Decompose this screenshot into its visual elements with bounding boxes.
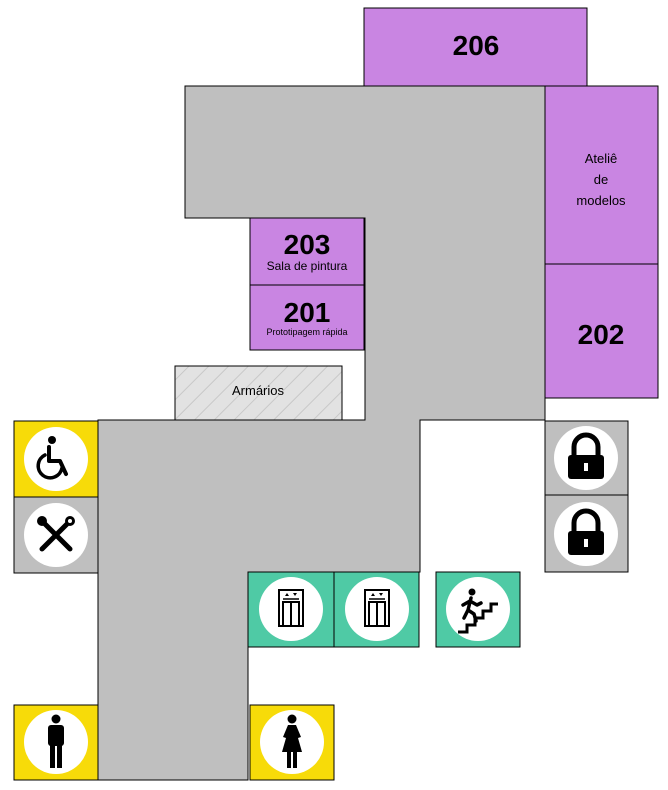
- room-label-line-3: modelos: [576, 193, 626, 208]
- room-number: 201: [284, 297, 331, 328]
- room-number: 202: [578, 319, 625, 350]
- room-number: 203: [284, 229, 331, 260]
- room-label-line-1: Ateliê: [585, 151, 618, 166]
- room-202[interactable]: 202: [544, 263, 659, 399]
- stairs-tile[interactable]: [435, 571, 521, 648]
- room-203[interactable]: 203 Sala de pintura: [249, 217, 365, 286]
- storage-label: Armários: [232, 383, 285, 398]
- men-restroom-tile[interactable]: [13, 704, 99, 781]
- room-label-line-2: de: [594, 172, 608, 187]
- locked-tile-2[interactable]: [544, 494, 629, 573]
- room-206[interactable]: 206: [363, 7, 588, 87]
- elevator-tile-2[interactable]: [333, 571, 420, 648]
- elevator-tile-1[interactable]: [247, 571, 335, 648]
- room-label: Sala de pintura: [267, 259, 348, 273]
- room-number: 206: [453, 30, 500, 61]
- room-label: Prototipagem rápida: [266, 327, 347, 337]
- locked-tile-1[interactable]: [544, 420, 629, 496]
- room-201[interactable]: 201 Prototipagem rápida: [249, 284, 365, 351]
- corridor: [97, 85, 546, 781]
- floor-plan-map: 206 Ateliê de modelos 202 203 Sala de pi…: [13, 7, 659, 781]
- room-atelie-de-modelos[interactable]: Ateliê de modelos: [544, 85, 659, 265]
- storage-armarios[interactable]: Armários: [174, 365, 343, 421]
- women-restroom-tile[interactable]: [249, 704, 335, 781]
- accessible-tile[interactable]: [13, 420, 99, 498]
- tools-tile[interactable]: [13, 496, 99, 574]
